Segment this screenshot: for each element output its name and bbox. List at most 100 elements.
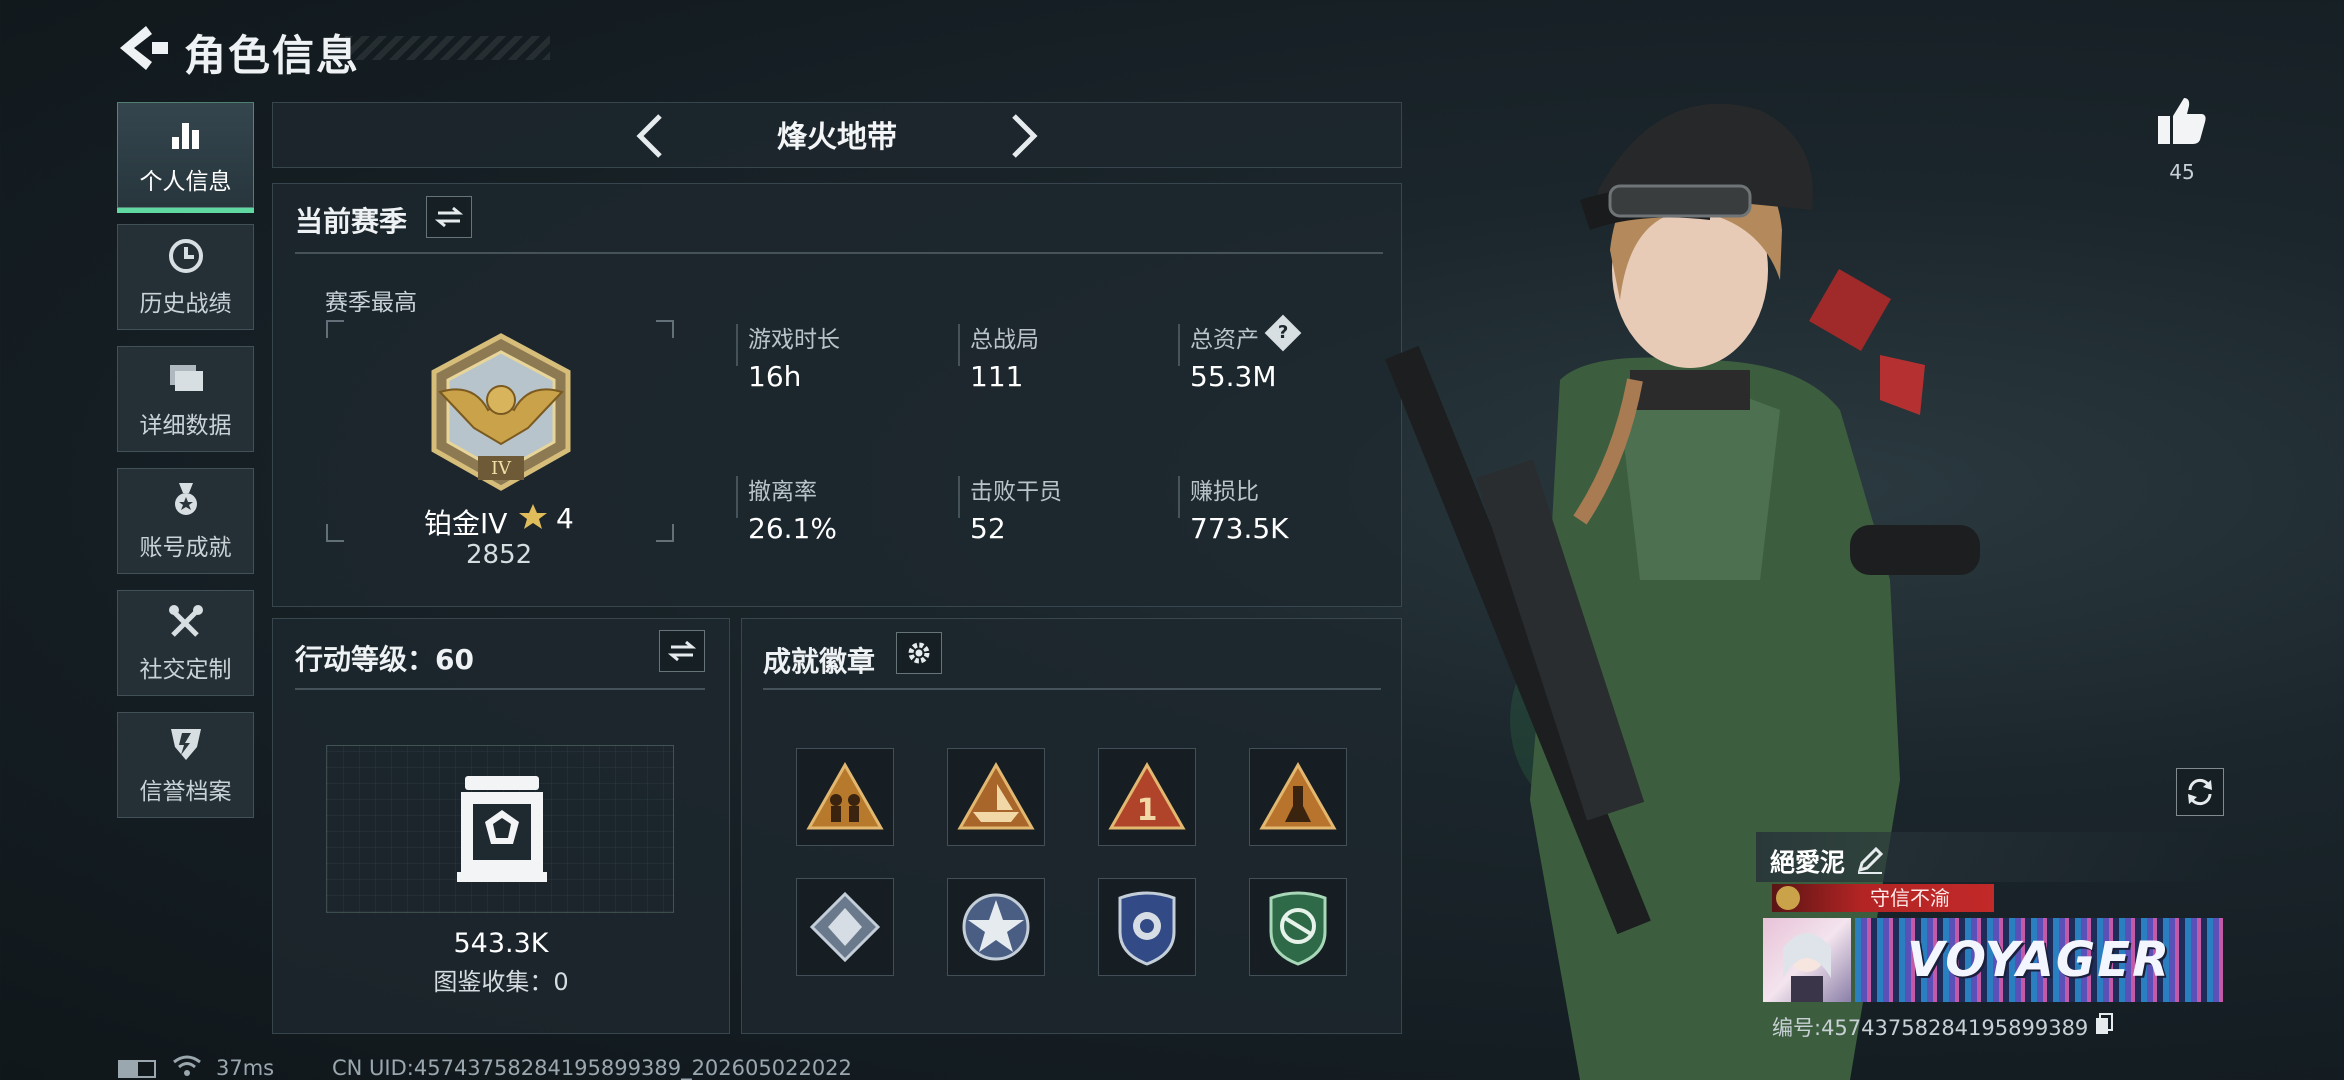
- triangle-tower-badge-icon: [1259, 762, 1337, 830]
- achievement-badge[interactable]: [1249, 748, 1347, 846]
- action-level-title: 行动等级：60: [295, 643, 474, 676]
- season-switch-button[interactable]: [426, 196, 472, 238]
- mode-next-button[interactable]: [1002, 108, 1046, 164]
- stat-label-extraction-rate: 撤离率: [748, 479, 817, 505]
- card-banner-text: VOYAGER: [1906, 932, 2172, 988]
- like-button[interactable]: [2156, 96, 2208, 146]
- sidebar-item-detailed-data[interactable]: 详细数据: [117, 346, 254, 452]
- stat-label-kills: 击败干员: [970, 479, 1062, 505]
- like-count: 45: [2169, 160, 2195, 184]
- stat-value-playtime: 16h: [748, 360, 802, 393]
- triangle-number-one-badge-icon: 1: [1108, 762, 1186, 830]
- stat-label-total-matches: 总战局: [970, 327, 1039, 353]
- stat-separator: [1178, 324, 1180, 366]
- star-emblem-badge-icon: [962, 893, 1030, 961]
- title-emblem-icon: [1776, 886, 1800, 910]
- stat-value-total-matches: 111: [970, 360, 1024, 393]
- avatar: [1763, 918, 1851, 1002]
- medal-ribbon-icon: [166, 480, 206, 520]
- player-id: 编号:4574375828419589938​9: [1772, 1016, 2089, 1040]
- back-button[interactable]: [112, 22, 172, 74]
- frame-corner: [326, 320, 344, 338]
- gear-icon: [908, 642, 930, 664]
- achievement-badge[interactable]: [1249, 878, 1347, 976]
- player-card-banner[interactable]: VOYAGER: [1763, 918, 2223, 1002]
- rank-name: 铂金IV: [424, 507, 508, 540]
- sidebar-item-label: 个人信息: [139, 169, 232, 195]
- stat-value-extraction-rate: 26.1%: [748, 512, 837, 545]
- achievement-badge[interactable]: 1: [1098, 748, 1196, 846]
- sidebar-item-label: 详细数据: [139, 413, 232, 439]
- collection-preview[interactable]: [326, 745, 674, 913]
- badges-divider: [763, 688, 1381, 690]
- achievement-badge[interactable]: [947, 878, 1045, 976]
- stat-separator: [736, 476, 738, 518]
- svg-text:1: 1: [1137, 793, 1158, 828]
- rotate-icon: [2188, 778, 2212, 806]
- rotate-model-button[interactable]: [2176, 768, 2224, 816]
- achievement-badge[interactable]: [796, 878, 894, 976]
- tools-icon: [166, 602, 206, 642]
- switch-arrows-icon: [435, 206, 463, 228]
- bar-chart-icon: [166, 114, 206, 154]
- pencil-icon: [1857, 846, 1884, 874]
- badges-settings-button[interactable]: [896, 632, 942, 674]
- rank-star-count: 4: [556, 502, 574, 535]
- copy-id-button[interactable]: [2094, 1012, 2114, 1036]
- folder-icon: [166, 358, 206, 398]
- copy-icon: [2096, 1013, 2113, 1034]
- frame-corner: [656, 524, 674, 542]
- achievement-badge[interactable]: [947, 748, 1045, 846]
- triangle-soldiers-badge-icon: [806, 762, 884, 830]
- stat-separator: [958, 324, 960, 366]
- chevron-left-icon: [636, 114, 662, 158]
- page-title: 角色信息: [184, 31, 361, 80]
- title-decoration: [345, 36, 550, 60]
- badges-title: 成就徽章: [763, 645, 876, 678]
- achievement-badge[interactable]: [1098, 878, 1196, 976]
- stat-separator: [1178, 476, 1180, 518]
- frame-corner: [656, 320, 674, 338]
- collection-case-icon: [457, 776, 547, 882]
- stat-label-total-assets: 总资产: [1190, 327, 1259, 353]
- triangle-boat-badge-icon: [957, 762, 1035, 830]
- platinum-eagle-badge-icon: IV: [431, 333, 571, 491]
- sidebar-item-reputation[interactable]: 信誉档案: [117, 712, 254, 818]
- season-best-label: 赛季最高: [325, 290, 417, 316]
- sidebar-item-achievements[interactable]: 账号成就: [117, 468, 254, 574]
- achievement-badge[interactable]: [796, 748, 894, 846]
- sidebar-item-social[interactable]: 社交定制: [117, 590, 254, 696]
- action-switch-button[interactable]: [659, 630, 705, 672]
- frame-corner: [326, 524, 344, 542]
- stat-value-kills: 52: [970, 512, 1006, 545]
- diamond-card-badge-icon: [809, 891, 881, 963]
- chevron-right-icon: [1012, 114, 1038, 158]
- thumbs-up-icon: [2158, 98, 2206, 144]
- rank-badge: IV: [418, 332, 584, 494]
- sidebar-item-personal-info[interactable]: 个人信息: [117, 102, 254, 213]
- reputation-shield-icon: [166, 724, 206, 764]
- action-value: 543.3K: [453, 928, 549, 959]
- wifi-icon: [172, 1052, 202, 1078]
- stat-label-playtime: 游戏时长: [748, 327, 840, 353]
- season-divider: [295, 252, 1383, 254]
- switch-arrows-icon: [668, 640, 696, 662]
- mode-prev-button[interactable]: [628, 108, 672, 164]
- stat-separator: [736, 324, 738, 366]
- back-arrow-icon: [120, 26, 168, 70]
- season-section-title: 当前赛季: [295, 205, 408, 238]
- svg-text:IV: IV: [491, 458, 512, 479]
- uid-text: CN UID:4574375828419589938​9_20260502202…: [332, 1056, 852, 1080]
- star-icon: [518, 502, 548, 532]
- sidebar-item-history[interactable]: 历史战绩: [117, 224, 254, 330]
- history-clock-icon: [166, 236, 206, 276]
- sidebar-item-label: 社交定制: [139, 657, 232, 683]
- green-shield-badge-icon: [1269, 891, 1327, 966]
- edit-name-button[interactable]: [1854, 844, 1886, 876]
- stat-label-profit-ratio: 赚损比: [1190, 479, 1259, 505]
- collection-count: 图鉴收集：0: [433, 968, 569, 996]
- action-divider: [295, 688, 705, 690]
- stat-separator: [958, 476, 960, 518]
- stat-value-total-assets: 55.3M: [1190, 360, 1277, 393]
- police-shield-badge-icon: [1118, 891, 1176, 966]
